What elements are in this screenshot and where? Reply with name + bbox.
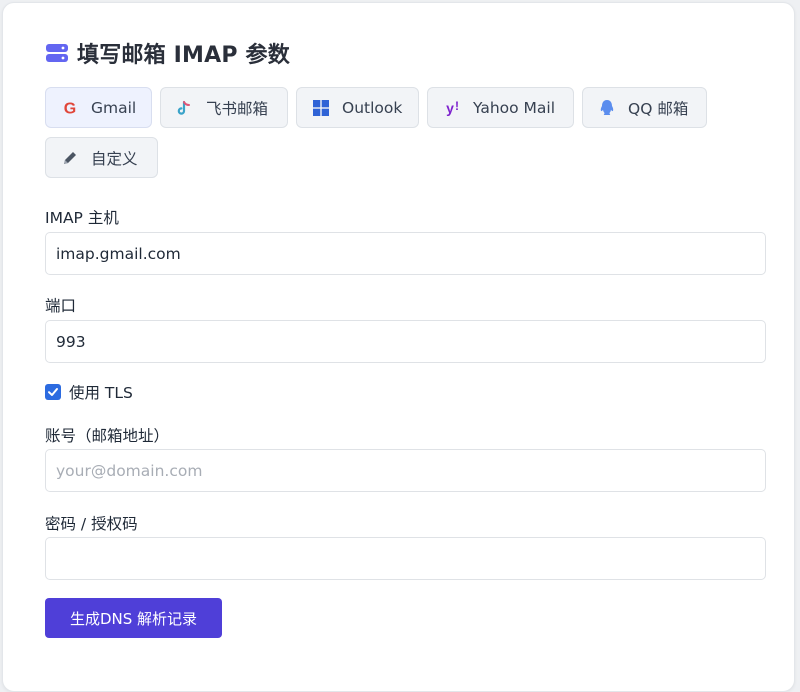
provider-label: QQ 邮箱 <box>628 99 689 118</box>
yahoo-icon: y ! <box>443 99 461 117</box>
provider-button-outlook[interactable]: Outlook <box>296 87 419 128</box>
provider-label: 飞书邮箱 <box>206 99 269 118</box>
section-title: 填写邮箱 IMAP 参数 <box>77 43 290 68</box>
provider-button-yahoo[interactable]: y ! Yahoo Mail <box>427 87 574 128</box>
port-label: 端口 <box>45 297 77 315</box>
account-input[interactable] <box>45 449 766 492</box>
imap-settings-card: 填写邮箱 IMAP 参数 G Gmail 飞书邮箱 Outlook y ! Ya… <box>2 2 795 692</box>
password-input[interactable] <box>45 537 766 580</box>
port-input[interactable] <box>45 320 766 363</box>
host-label: IMAP 主机 <box>45 209 119 227</box>
generate-dns-button[interactable]: 生成DNS 解析记录 <box>45 598 222 638</box>
server-icon <box>45 41 69 65</box>
google-icon: G <box>61 99 79 117</box>
qq-icon <box>598 99 616 117</box>
tls-checkbox[interactable] <box>45 384 61 400</box>
provider-label: Outlook <box>342 98 403 117</box>
host-input[interactable] <box>45 232 766 275</box>
svg-text:!: ! <box>455 99 459 113</box>
password-label: 密码 / 授权码 <box>45 515 138 533</box>
account-label: 账号（邮箱地址） <box>45 427 170 445</box>
provider-label: Gmail <box>91 98 137 117</box>
tls-label: 使用 TLS <box>69 384 133 402</box>
provider-label: 自定义 <box>91 149 138 168</box>
provider-button-gmail[interactable]: G Gmail <box>45 87 152 128</box>
tls-option: 使用 TLS <box>45 382 133 402</box>
svg-text:y: y <box>446 100 454 116</box>
svg-text:G: G <box>64 100 76 117</box>
windows-icon <box>312 99 330 117</box>
pencil-icon <box>61 149 79 167</box>
provider-button-custom[interactable]: 自定义 <box>45 137 158 178</box>
section-heading: 填写邮箱 IMAP 参数 <box>45 39 290 68</box>
provider-label: Yahoo Mail <box>473 98 556 117</box>
lark-icon <box>176 99 194 117</box>
provider-button-lark[interactable]: 飞书邮箱 <box>160 87 288 128</box>
checkmark-icon <box>48 388 58 396</box>
provider-button-qq[interactable]: QQ 邮箱 <box>582 87 707 128</box>
